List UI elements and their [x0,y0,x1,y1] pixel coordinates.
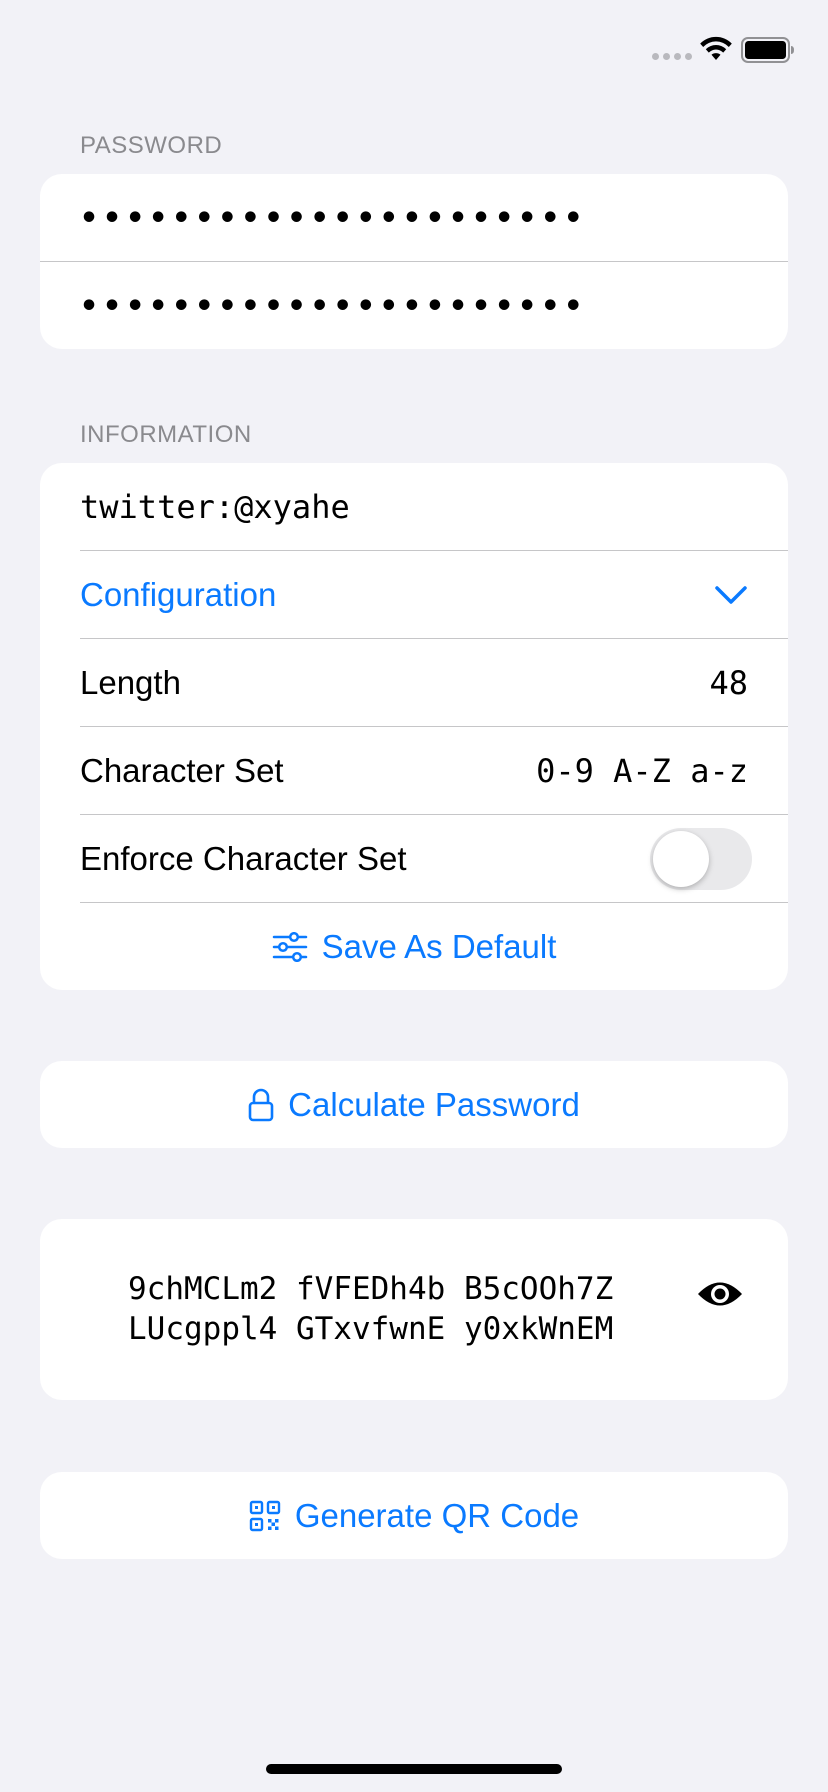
calculate-password-card: Calculate Password [40,1061,788,1148]
length-row[interactable]: Length 48 [40,639,788,727]
wifi-icon [700,36,732,60]
toggle-knob [653,831,709,887]
sliders-icon [272,931,307,962]
length-label: Length [80,664,181,701]
character-set-row[interactable]: Character Set 0-9 A-Z a-z [40,727,788,815]
enforce-character-set-label: Enforce Character Set [80,840,407,877]
password-confirm-field-value[interactable]: •••••••••••••••••••••• [80,289,587,324]
enforce-character-set-row: Enforce Character Set [40,815,788,903]
character-set-value[interactable]: 0-9 A-Z a-z [536,752,748,790]
generate-qr-code-label: Generate QR Code [294,1496,580,1534]
information-section-header: INFORMATION [80,421,252,448]
qrcode-icon [249,1500,281,1531]
length-value[interactable]: 48 [709,664,748,702]
chevron-down-icon [715,586,747,604]
calculate-password-button[interactable]: Calculate Password [40,1061,788,1148]
lock-icon [248,1088,274,1121]
site-field[interactable]: twitter:@xyahe [40,463,788,551]
information-card: twitter:@xyahe Configuration Length 48 C… [40,463,788,990]
configuration-disclosure[interactable]: Configuration [40,551,788,639]
password-field[interactable]: •••••••••••••••••••••• [40,174,788,262]
password-confirm-field[interactable]: •••••••••••••••••••••• [40,262,788,349]
generated-password-card: 9chMCLm2 fVFEDh4b B5cOOh7Z LUcgppl4 GTxv… [40,1219,788,1400]
generate-qr-card: Generate QR Code [40,1472,788,1559]
configuration-label: Configuration [80,576,277,613]
save-as-default-button[interactable]: Save As Default [40,903,788,990]
enforce-character-set-toggle[interactable] [650,828,752,890]
password-card: •••••••••••••••••••••• •••••••••••••••••… [40,174,788,349]
password-field-value[interactable]: •••••••••••••••••••••• [80,201,587,236]
battery-icon [741,37,794,63]
save-as-default-label: Save As Default [321,927,557,965]
character-set-label: Character Set [80,752,284,789]
generate-qr-code-button[interactable]: Generate QR Code [40,1472,788,1559]
cellular-signal-icon [652,53,692,60]
eye-icon[interactable] [696,1277,744,1311]
generated-password-text[interactable]: 9chMCLm2 fVFEDh4b B5cOOh7Z LUcgppl4 GTxv… [128,1269,613,1349]
calculate-password-label: Calculate Password [288,1085,580,1123]
site-field-value[interactable]: twitter:@xyahe [80,488,350,526]
password-section-header: PASSWORD [80,132,223,159]
status-bar [0,0,828,100]
home-indicator[interactable] [266,1764,562,1774]
